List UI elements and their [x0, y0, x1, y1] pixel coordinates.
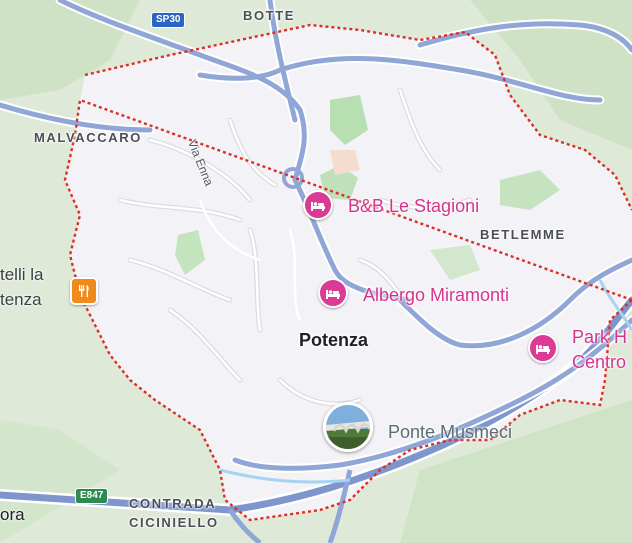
city-label-potenza[interactable]: Potenza — [299, 331, 368, 349]
hotel-label-bb-le-stagioni[interactable]: B&B Le Stagioni — [348, 197, 479, 215]
hotel-label-park-hotel-line2[interactable]: Centro — [572, 353, 626, 371]
road-shield-e847: E847 — [75, 488, 109, 504]
hotel-bed-icon — [326, 290, 340, 299]
restaurant-pin[interactable] — [70, 277, 98, 305]
area-label-botte: BOTTE — [243, 8, 296, 23]
hotel-pin-park-hotel-centro[interactable] — [528, 333, 558, 363]
hotel-bed-icon — [536, 345, 550, 354]
photo-thumbnail — [326, 405, 370, 449]
area-label-ciciniello: CICINIELLO — [129, 515, 219, 530]
area-label-betlemme: BETLEMME — [480, 227, 566, 242]
landmark-label-ponte-musmeci[interactable]: Ponte Musmeci — [388, 423, 512, 441]
hotel-pin-albergo-miramonti[interactable] — [318, 278, 348, 308]
hotel-bed-icon — [311, 202, 325, 211]
area-label-malvaccaro: MALVACCARO — [34, 130, 142, 145]
area-label-contrada: CONTRADA — [129, 496, 217, 511]
hotel-label-albergo-miramonti[interactable]: Albergo Miramonti — [363, 286, 509, 304]
road-shield-sp30: SP30 — [151, 12, 186, 28]
hotel-pin-bb-le-stagioni[interactable] — [303, 190, 333, 220]
hotel-label-park-hotel-line1[interactable]: Park H — [572, 328, 627, 346]
restaurant-label-line1[interactable]: telli la — [0, 266, 43, 283]
map-base-layer — [0, 0, 632, 543]
restaurant-label-line2[interactable]: tenza — [0, 291, 42, 308]
landmark-photo-ponte-musmeci[interactable] — [323, 402, 373, 452]
map-canvas[interactable]: BOTTE MALVACCARO BETLEMME CONTRADA CICIN… — [0, 0, 632, 543]
restaurant-icon — [79, 285, 89, 297]
place-label-edge: ora — [0, 505, 25, 524]
